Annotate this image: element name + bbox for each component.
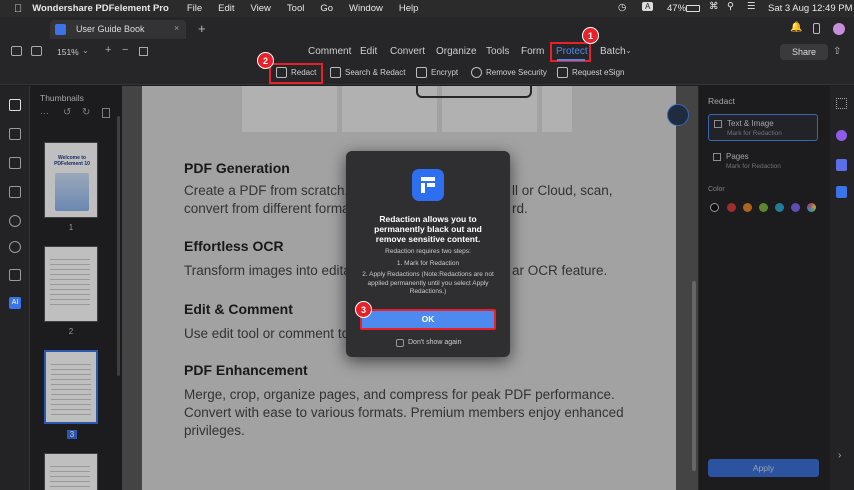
tab-title: User Guide Book xyxy=(76,24,145,34)
time-machine-icon[interactable]: ◷ xyxy=(618,2,626,13)
search-redact-button[interactable]: Search & Redact xyxy=(330,67,405,78)
protect-subtoolbar: Redact Search & Redact Encrypt Remove Se… xyxy=(0,63,854,85)
battery-icon[interactable] xyxy=(686,5,700,12)
translate-icon[interactable] xyxy=(836,186,847,198)
tab-batch[interactable]: Batch xyxy=(600,46,626,57)
dialog-title: Redaction allows you to permanently blac… xyxy=(374,214,482,244)
ai-icon[interactable]: AI xyxy=(9,297,21,309)
redact-button[interactable]: Redact xyxy=(276,67,316,78)
dialog-steps-intro: Redaction requires two steps: xyxy=(385,248,471,255)
menu-window[interactable]: Window xyxy=(349,3,383,14)
zoom-level[interactable]: 151% xyxy=(57,47,79,57)
pdf-app-icon xyxy=(55,24,66,35)
ok-button[interactable]: OK xyxy=(362,311,494,328)
share-button[interactable]: Share xyxy=(780,44,828,60)
macos-menubar:  Wondershare PDFelement Pro File Edit V… xyxy=(0,0,854,17)
search-redact-icon xyxy=(330,67,341,78)
search-icon[interactable]: ⚲ xyxy=(727,1,734,12)
tab-convert[interactable]: Convert xyxy=(390,46,425,57)
redaction-dialog: Redaction allows you to permanently blac… xyxy=(346,151,510,357)
app-menu[interactable]: Wondershare PDFelement Pro xyxy=(32,3,169,14)
callout-2: 2 xyxy=(257,52,274,69)
main-toolbar: 151% ⌄ + − Comment Edit Convert Organize… xyxy=(0,41,854,63)
collapse-panel-icon[interactable]: › xyxy=(838,450,841,461)
tab-protect[interactable]: Protect xyxy=(556,46,588,57)
menu-view[interactable]: View xyxy=(251,3,271,14)
remove-security-button[interactable]: Remove Security xyxy=(471,67,547,78)
ai-assistant-icon[interactable] xyxy=(836,130,847,141)
upload-icon[interactable]: ⇧ xyxy=(833,46,841,57)
lock-icon xyxy=(416,67,427,78)
request-esign-button[interactable]: Request eSign xyxy=(557,67,624,78)
chevron-down-icon[interactable]: ⌄ xyxy=(82,46,89,55)
menu-help[interactable]: Help xyxy=(399,3,419,14)
avatar[interactable] xyxy=(833,23,845,35)
batch-chevron-icon: ⌄ xyxy=(625,46,632,55)
dont-show-label[interactable]: Don't show again xyxy=(408,339,461,346)
wifi-icon[interactable]: ⌘ xyxy=(709,1,719,12)
zoom-out-icon[interactable]: − xyxy=(122,44,128,56)
esign-icon xyxy=(557,67,568,78)
left-tool-rail: AI xyxy=(0,86,30,490)
stack-icon[interactable] xyxy=(9,269,21,281)
bookmark-icon[interactable] xyxy=(9,157,21,169)
search-panel-icon[interactable] xyxy=(9,241,21,253)
encrypt-button[interactable]: Encrypt xyxy=(416,67,458,78)
menu-edit[interactable]: Edit xyxy=(218,3,234,14)
menu-tool[interactable]: Tool xyxy=(287,3,304,14)
shield-icon xyxy=(471,67,482,78)
comment-icon[interactable] xyxy=(9,128,21,140)
pdfelement-logo-icon xyxy=(412,169,444,201)
callout-3: 3 xyxy=(355,301,372,318)
tab-comment[interactable]: Comment xyxy=(308,46,351,57)
edit-panel-icon[interactable] xyxy=(836,159,847,171)
close-tab-icon[interactable]: × xyxy=(174,23,179,33)
layers-icon[interactable] xyxy=(9,186,21,198)
new-tab-button[interactable]: + xyxy=(198,21,206,36)
clock[interactable]: Sat 3 Aug 12:49 PM xyxy=(768,3,853,14)
document-tab[interactable]: User Guide Book × xyxy=(50,20,186,39)
battery-percent: 47% xyxy=(667,3,687,14)
callout-1: 1 xyxy=(582,27,599,44)
menu-file[interactable]: File xyxy=(187,3,202,14)
input-source-indicator[interactable]: A xyxy=(642,2,654,11)
tab-bar: User Guide Book × + 🔔 xyxy=(0,17,854,41)
thumbnails-icon[interactable] xyxy=(9,99,21,111)
apple-icon[interactable]:  xyxy=(14,3,22,15)
dont-show-checkbox[interactable] xyxy=(396,339,404,347)
attachment-icon[interactable] xyxy=(9,215,21,227)
dialog-step-1: 1. Mark for Redaction xyxy=(396,260,460,267)
redact-label: Redact xyxy=(291,68,317,77)
request-esign-label: Request eSign xyxy=(572,68,625,77)
bell-icon[interactable]: 🔔 xyxy=(790,22,802,33)
zoom-in-icon[interactable]: + xyxy=(105,44,111,56)
tab-form[interactable]: Form xyxy=(521,46,544,57)
tab-edit[interactable]: Edit xyxy=(360,46,377,57)
dialog-step-2: 2. Apply Redactions (Note:Redactions are… xyxy=(362,271,494,295)
search-redact-label: Search & Redact xyxy=(345,68,406,77)
fit-page-icon[interactable] xyxy=(139,47,148,56)
layout-icon[interactable] xyxy=(31,46,42,56)
tab-tools[interactable]: Tools xyxy=(486,46,509,57)
remove-security-label: Remove Security xyxy=(486,68,547,77)
phone-icon[interactable] xyxy=(813,23,820,34)
protect-tab-underline xyxy=(557,59,585,61)
encrypt-label: Encrypt xyxy=(431,68,459,77)
control-center-icon[interactable]: ☰ xyxy=(747,1,756,12)
sidebar-toggle-icon[interactable] xyxy=(11,46,22,56)
properties-icon[interactable] xyxy=(836,98,847,109)
right-icon-strip: › xyxy=(830,86,854,490)
tab-organize[interactable]: Organize xyxy=(436,46,477,57)
menu-go[interactable]: Go xyxy=(320,3,333,14)
redact-icon xyxy=(276,67,287,78)
